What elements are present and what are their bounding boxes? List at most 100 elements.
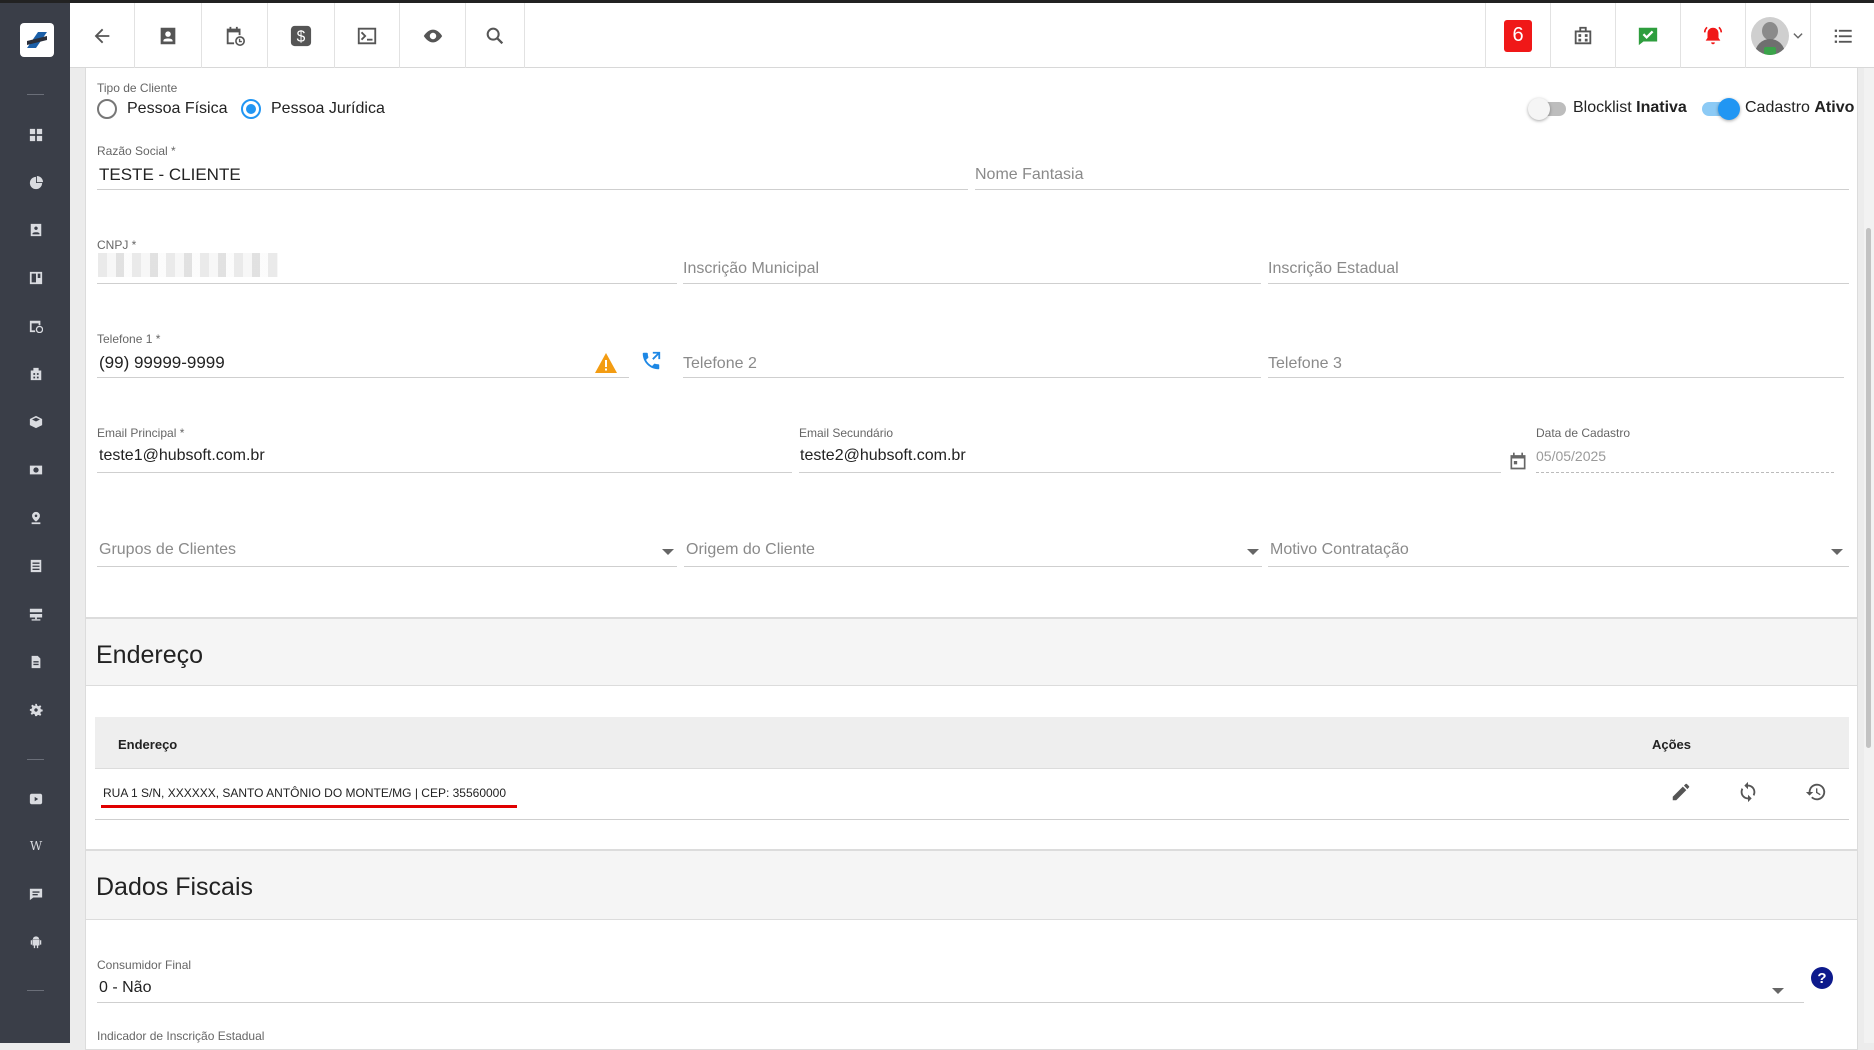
blocklist-label: Blocklist Inativa [1573, 99, 1687, 116]
help-icon[interactable]: ? [1810, 966, 1834, 990]
email-secundario-input[interactable]: teste2@hubsoft.com.br [800, 447, 966, 465]
history-icon[interactable] [1805, 781, 1827, 803]
chevron-down-icon[interactable] [1247, 549, 1259, 555]
telefone1-input[interactable]: (99) 99999-9999 [99, 353, 225, 373]
inscricao-estadual-input[interactable]: Inscrição Estadual [1268, 260, 1399, 278]
view-button[interactable] [400, 3, 466, 68]
financial-button[interactable]: $ [268, 3, 335, 68]
wiki-icon[interactable]: W [28, 838, 44, 854]
list-icon[interactable] [28, 558, 44, 574]
cadastro-ativo-toggle[interactable] [1702, 98, 1740, 120]
telefone3-input[interactable]: Telefone 3 [1268, 355, 1342, 373]
sidebar: W [0, 0, 70, 1043]
document-icon[interactable] [28, 654, 44, 670]
building-icon [1574, 26, 1592, 44]
tasks-button[interactable] [1615, 3, 1680, 68]
back-button[interactable] [70, 3, 135, 68]
endereco-title: Endereço [96, 641, 204, 669]
list-menu-icon [1834, 29, 1852, 43]
user-menu-button[interactable] [1745, 3, 1810, 68]
menu-list-button[interactable] [1810, 3, 1874, 68]
svg-text:$: $ [297, 28, 306, 45]
cadastro-status: Ativo [1814, 99, 1855, 116]
map-pin-icon[interactable] [28, 510, 44, 526]
address-row-text: RUA 1 S/N, XXXXXX, SANTO ANTÔNIO DO MONT… [103, 786, 507, 800]
youtube-icon[interactable] [28, 791, 44, 807]
terminal-button[interactable] [335, 3, 400, 68]
email-principal-input[interactable]: teste1@hubsoft.com.br [99, 447, 265, 465]
origem-cliente-select[interactable]: Origem do Cliente [686, 541, 815, 559]
bell-ringing-icon [1703, 26, 1723, 44]
pie-chart-icon[interactable] [28, 175, 44, 191]
field-underline [97, 1002, 1804, 1003]
endereco-table-header [95, 717, 1849, 769]
fiscal-title: Dados Fiscais [96, 873, 253, 901]
nome-fantasia-input[interactable]: Nome Fantasia [975, 166, 1084, 184]
svg-text:?: ? [1817, 970, 1826, 987]
pessoa-juridica-radio[interactable] [241, 99, 261, 119]
phone-forward-icon[interactable] [640, 350, 662, 372]
field-underline [1268, 377, 1844, 378]
main-content: Tipo de Cliente Pessoa Física Pessoa Jur… [85, 68, 1858, 1050]
search-button[interactable] [466, 3, 525, 68]
inscricao-municipal-input[interactable]: Inscrição Municipal [683, 260, 819, 278]
building-icon[interactable] [28, 366, 44, 382]
notification-badge: 6 [1504, 19, 1532, 52]
dollar-icon: $ [290, 25, 312, 46]
pessoa-juridica-label: Pessoa Jurídica [271, 100, 385, 117]
calendar-clock-icon[interactable] [28, 318, 44, 334]
dados-fiscais-card: Dados Fiscais Consumidor Final 0 - Não ?… [85, 850, 1858, 1050]
hubsoft-logo[interactable] [20, 23, 54, 57]
consumidor-final-select[interactable]: 0 - Não [99, 979, 151, 997]
contact-card-icon[interactable] [28, 222, 44, 238]
field-underline [97, 189, 968, 190]
scrollbar[interactable] [1864, 68, 1874, 1043]
alarm-button[interactable] [1680, 3, 1745, 68]
avatar [1751, 16, 1789, 55]
chat-icon[interactable] [28, 886, 44, 902]
grupos-clientes-select[interactable]: Grupos de Clientes [99, 541, 236, 559]
telefone2-input[interactable]: Telefone 2 [683, 355, 757, 373]
settings-gear-icon[interactable] [28, 702, 44, 718]
notifications-button[interactable]: 6 [1485, 3, 1550, 68]
blocklist-status: Inativa [1636, 99, 1687, 116]
blocklist-toggle[interactable] [1528, 98, 1566, 120]
email-secundario-label: Email Secundário [799, 426, 894, 440]
chevron-down-icon[interactable] [1831, 549, 1843, 555]
pessoa-fisica-label: Pessoa Física [127, 100, 228, 117]
field-underline [975, 189, 1849, 190]
sync-icon[interactable] [1737, 781, 1759, 803]
company-button[interactable] [1550, 3, 1615, 68]
scrollbar-thumb[interactable] [1866, 228, 1871, 748]
chevron-down-icon [1793, 32, 1803, 39]
field-underline [683, 283, 1261, 284]
calendar-icon[interactable] [1508, 451, 1528, 471]
contact-card-icon [160, 27, 176, 44]
sidebar-divider [27, 94, 44, 95]
android-icon[interactable] [28, 934, 44, 950]
cnpj-input-blurred[interactable] [98, 253, 278, 277]
col-acoes: Ações [1652, 737, 1692, 752]
data-cadastro-label: Data de Cadastro [1536, 426, 1631, 440]
board-icon[interactable] [28, 270, 44, 286]
schedule-button[interactable] [202, 3, 268, 68]
client-card-button[interactable] [135, 3, 202, 68]
dashboard-icon[interactable] [28, 127, 44, 143]
razao-social-input[interactable]: TESTE - CLIENTE [99, 165, 241, 185]
motivo-contratacao-select[interactable]: Motivo Contratação [1270, 541, 1409, 559]
edit-pencil-icon[interactable] [1670, 781, 1692, 803]
sidebar-divider [27, 990, 44, 991]
chevron-down-icon[interactable] [662, 549, 674, 555]
box-icon[interactable] [28, 414, 44, 430]
warning-icon[interactable] [594, 352, 618, 374]
telefone1-label: Telefone 1 * [97, 332, 161, 346]
cnpj-label: CNPJ * [97, 238, 137, 252]
indicador-ie-label: Indicador de Inscrição Estadual [97, 1029, 265, 1043]
top-toolbar: $ 6 [70, 0, 1874, 68]
server-icon[interactable] [28, 606, 44, 622]
pessoa-fisica-radio[interactable] [97, 99, 117, 119]
chevron-down-icon[interactable] [1772, 988, 1784, 994]
money-icon[interactable] [28, 462, 44, 478]
tipo-cliente-label: Tipo de Cliente [97, 81, 178, 95]
field-underline [684, 566, 1262, 567]
